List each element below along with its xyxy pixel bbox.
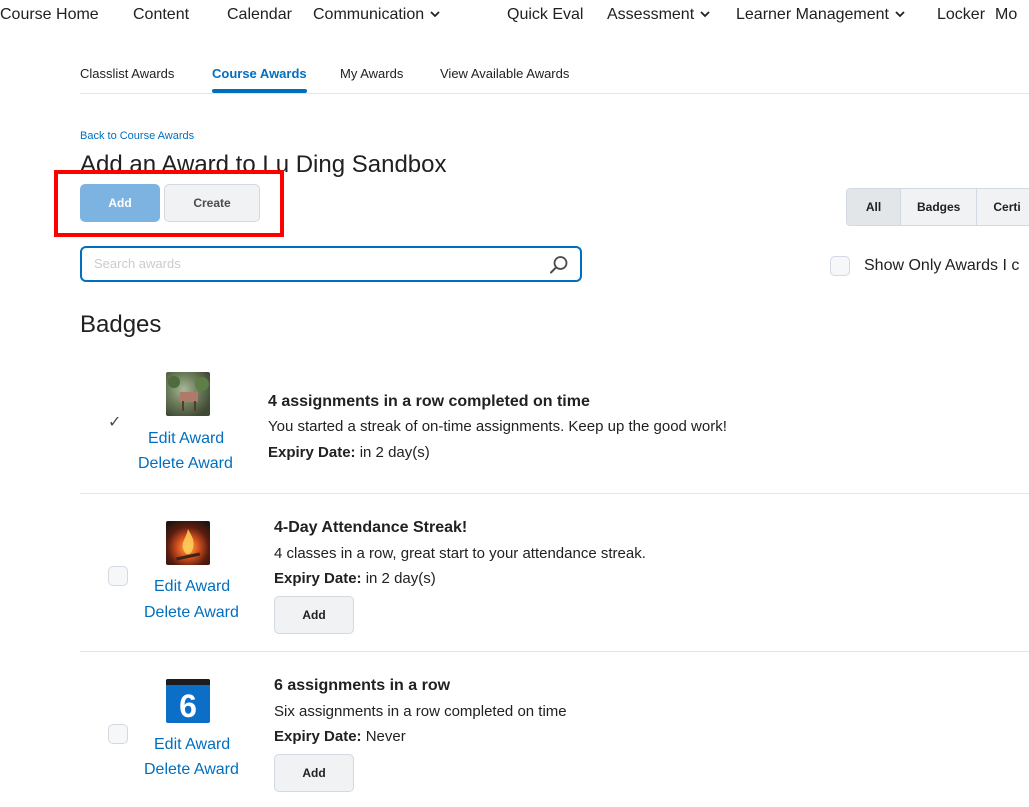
nav-communication[interactable]: Communication <box>313 6 440 24</box>
search-box <box>80 246 582 282</box>
add-award-button[interactable]: Add <box>274 596 354 634</box>
nav-course-home[interactable]: Course Home <box>0 6 99 24</box>
edit-award-link[interactable]: Edit Award <box>154 578 230 596</box>
filter-certificates-button[interactable]: Certi <box>977 189 1029 225</box>
expiry-value: Never <box>365 728 406 745</box>
svg-text:6: 6 <box>179 688 197 723</box>
campfire-photo-icon <box>166 521 210 565</box>
number-six-icon: 6 <box>166 679 210 723</box>
filter-all-button[interactable]: All <box>847 189 901 225</box>
garden-photo-icon <box>166 372 210 416</box>
delete-award-link[interactable]: Delete Award <box>144 604 239 622</box>
expiry-label: Expiry Date: <box>274 570 362 587</box>
award-description: You started a streak of on-time assignme… <box>268 418 727 435</box>
number-six-graphic: 6 <box>166 679 210 723</box>
award-expiry: Expiry Date: in 2 day(s) <box>268 444 430 461</box>
edit-award-link[interactable]: Edit Award <box>154 736 230 754</box>
garden-photo-graphic <box>168 376 209 411</box>
chevron-down-icon <box>700 11 710 18</box>
expiry-value: in 2 day(s) <box>365 570 436 587</box>
page-title: Add an Award to Lu Ding Sandbox <box>80 151 447 178</box>
select-award-checkbox[interactable] <box>108 724 128 744</box>
section-title-badges: Badges <box>80 311 162 338</box>
select-award-checkbox[interactable] <box>108 566 128 586</box>
nav-quick-eval[interactable]: Quick Eval <box>507 6 583 24</box>
award-row: 6 Edit Award Delete Award 6 assignments … <box>80 652 1029 807</box>
search-input[interactable] <box>94 256 534 271</box>
tab-course-awards[interactable]: Course Awards <box>212 66 307 93</box>
award-row: Edit Award Delete Award 4-Day Attendance… <box>80 494 1029 652</box>
nav-learner-management[interactable]: Learner Management <box>736 6 905 24</box>
award-expiry: Expiry Date: in 2 day(s) <box>274 570 436 587</box>
tab-classlist-awards[interactable]: Classlist Awards <box>80 66 174 81</box>
delete-award-link[interactable]: Delete Award <box>138 455 233 473</box>
awards-tabs: Classlist Awards Course Awards My Awards… <box>80 66 1029 94</box>
search-icon[interactable] <box>548 254 570 276</box>
award-row: ✓ Edit Award Delete Award 4 assignments … <box>80 372 1029 494</box>
nav-locker[interactable]: Locker <box>937 6 985 24</box>
expiry-label: Expiry Date: <box>268 444 356 461</box>
back-to-course-awards-link[interactable]: Back to Course Awards <box>80 130 194 142</box>
filter-badges-button[interactable]: Badges <box>901 189 978 225</box>
nav-content[interactable]: Content <box>133 6 189 24</box>
award-title: 4-Day Attendance Streak! <box>274 519 468 536</box>
top-navigation: Course Home Content Calendar Communicati… <box>0 0 1029 36</box>
add-award-button[interactable]: Add <box>274 754 354 792</box>
show-only-label: Show Only Awards I c <box>864 257 1020 274</box>
edit-award-link[interactable]: Edit Award <box>148 430 224 448</box>
show-only-checkbox[interactable] <box>830 256 850 276</box>
nav-learner-management-label: Learner Management <box>736 6 889 23</box>
expiry-value: in 2 day(s) <box>359 444 430 461</box>
campfire-graphic <box>176 529 201 561</box>
delete-award-link[interactable]: Delete Award <box>144 761 239 779</box>
award-description: 4 classes in a row, great start to your … <box>274 545 646 562</box>
award-type-filter: All Badges Certi <box>846 188 1029 226</box>
add-button[interactable]: Add <box>80 184 160 222</box>
chevron-down-icon <box>430 11 440 18</box>
show-only-awards-option: Show Only Awards I c <box>830 256 1019 276</box>
nav-calendar[interactable]: Calendar <box>227 6 292 24</box>
nav-assessment[interactable]: Assessment <box>607 6 710 24</box>
tab-view-available-awards[interactable]: View Available Awards <box>440 66 569 81</box>
chevron-down-icon <box>895 11 905 18</box>
tab-my-awards[interactable]: My Awards <box>340 66 403 81</box>
nav-communication-label: Communication <box>313 6 425 23</box>
expiry-label: Expiry Date: <box>274 728 362 745</box>
create-button[interactable]: Create <box>164 184 260 222</box>
nav-more[interactable]: Mo <box>995 6 1017 24</box>
checkmark-icon: ✓ <box>108 414 122 431</box>
award-expiry: Expiry Date: Never <box>274 728 406 745</box>
nav-assessment-label: Assessment <box>607 6 695 23</box>
award-description: Six assignments in a row completed on ti… <box>274 703 567 720</box>
award-title: 4 assignments in a row completed on time <box>268 393 590 410</box>
award-title: 6 assignments in a row <box>274 677 451 694</box>
